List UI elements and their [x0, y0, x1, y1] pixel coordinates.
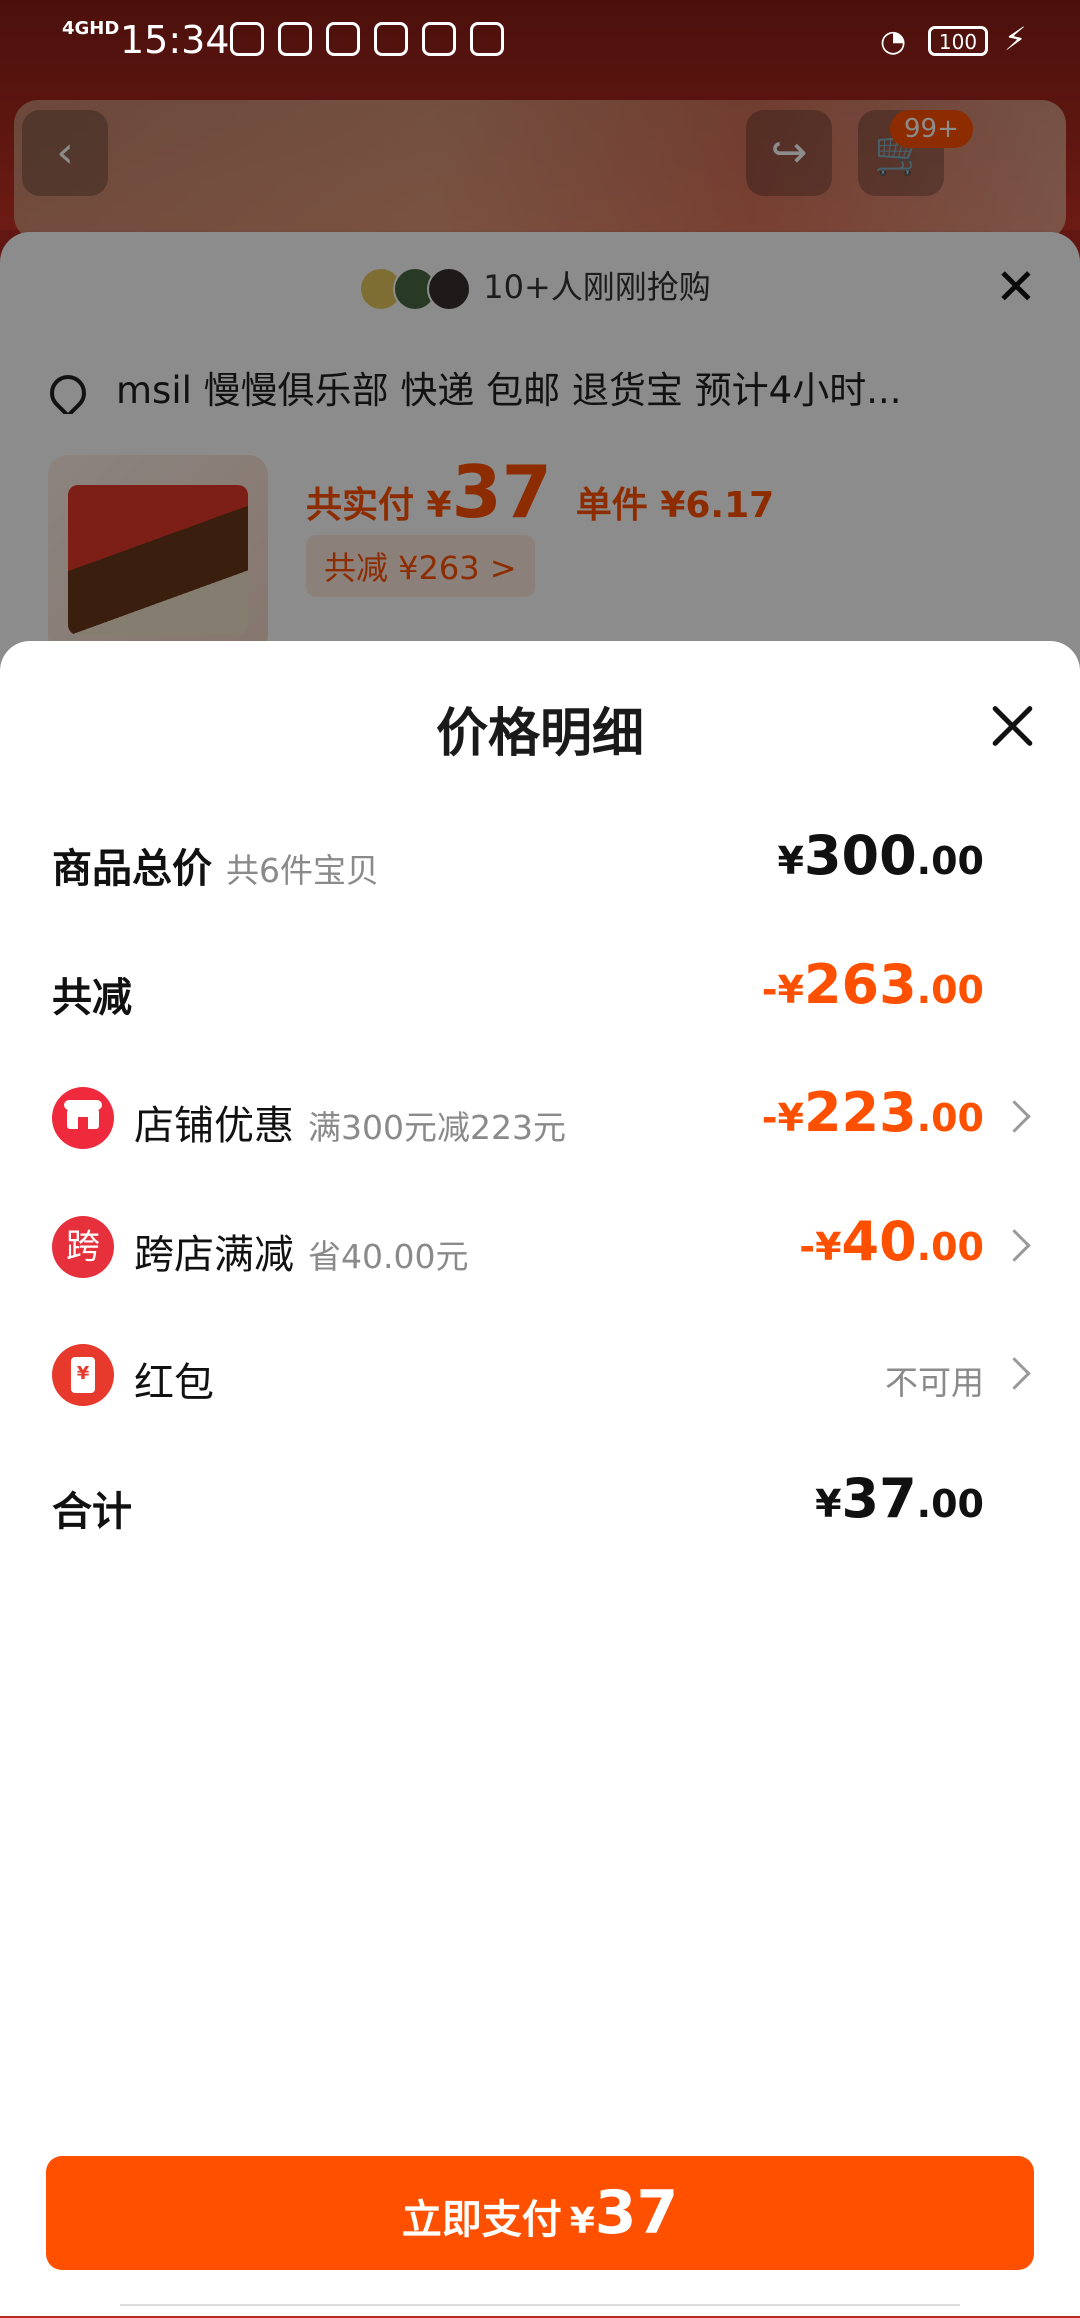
grand-total-amount: ¥37.00	[815, 1467, 984, 1530]
currency: -¥	[761, 1096, 804, 1140]
red-packet-label: 红包	[134, 1360, 214, 1406]
red-packet-glyph	[71, 1357, 95, 1393]
chevron-right-icon	[998, 1229, 1031, 1262]
store-discount-rule: 满300元减223元	[308, 1108, 566, 1147]
total-price-row: 商品总价 共6件宝贝 ¥300.00	[52, 820, 1032, 900]
notification-icons	[230, 22, 504, 56]
close-icon[interactable]	[985, 699, 1039, 753]
network-indicator: 4GHD	[62, 18, 120, 39]
total-reduction-label: 共减	[52, 975, 132, 1021]
pay-button-currency: ¥	[569, 2201, 595, 2242]
currency: ¥	[815, 1482, 842, 1526]
amount-integer: 40	[841, 1210, 917, 1273]
notification-app-icon	[326, 22, 360, 56]
amount-decimal: .00	[916, 1482, 984, 1526]
cross-store-icon: 跨	[52, 1216, 114, 1278]
price-detail-sheet: 价格明细 商品总价 共6件宝贝 ¥300.00 共减 -¥263.00 店铺优惠满…	[0, 641, 1080, 2316]
clock: 15:34	[120, 18, 230, 62]
store-icon	[52, 1087, 114, 1149]
cross-store-label: 跨店满减	[134, 1232, 294, 1278]
amount-decimal: .00	[916, 968, 984, 1012]
chevron-right-icon	[998, 1357, 1031, 1390]
currency: -¥	[799, 1225, 842, 1269]
store-glyph	[64, 1100, 102, 1129]
store-discount-amount: -¥223.00	[762, 1081, 984, 1144]
total-reduction-amount: -¥263.00	[762, 953, 984, 1016]
notification-app-icon	[230, 22, 264, 56]
red-packet-status: 不可用	[885, 1363, 984, 1402]
status-bar: 4GHD 15:34 ◔ 100 ⚡	[0, 0, 1080, 84]
row-label: 跨店满减 省40.00元	[134, 1222, 468, 1280]
currency: -¥	[761, 968, 804, 1012]
notification-app-icon	[470, 22, 504, 56]
charging-icon: ⚡	[1004, 20, 1027, 58]
pay-button-label: 立即支付	[401, 2197, 562, 2243]
currency: ¥	[777, 839, 804, 883]
store-discount-row[interactable]: 店铺优惠 满300元减223元 -¥223.00	[52, 1077, 1032, 1157]
amount-integer: 300	[803, 824, 917, 887]
grand-total-label: 合计	[52, 1489, 132, 1535]
row-label: 商品总价 共6件宝贝	[52, 836, 379, 894]
row-label: 店铺优惠 满300元减223元	[134, 1093, 566, 1151]
cross-store-glyph: 跨	[66, 1227, 100, 1267]
store-discount-label: 店铺优惠	[134, 1103, 294, 1149]
red-packet-row[interactable]: 红包 不可用	[52, 1334, 1032, 1414]
total-price-amount: ¥300.00	[777, 824, 984, 887]
pay-button-amount: 37	[594, 2178, 679, 2248]
notification-app-icon	[374, 22, 408, 56]
amount-integer: 223	[803, 1081, 917, 1144]
notification-app-icon	[422, 22, 456, 56]
pay-now-button[interactable]: 立即支付 ¥37	[46, 2156, 1034, 2270]
amount-decimal: .00	[916, 839, 984, 883]
battery-icon: 100	[928, 26, 988, 56]
wifi-icon: ◔	[880, 24, 907, 59]
amount-decimal: .00	[916, 1225, 984, 1269]
item-count: 共6件宝贝	[226, 851, 379, 890]
sheet-title: 价格明细	[435, 704, 644, 764]
amount-integer: 37	[841, 1467, 917, 1530]
chevron-right-icon	[998, 1100, 1031, 1133]
cross-store-amount: -¥40.00	[799, 1210, 984, 1273]
cross-store-discount-row[interactable]: 跨 跨店满减 省40.00元 -¥40.00	[52, 1206, 1032, 1286]
amount-decimal: .00	[916, 1096, 984, 1140]
amount-integer: 263	[803, 953, 917, 1016]
total-reduction-row: 共减 -¥263.00	[52, 949, 1032, 1029]
grand-total-row: 合计 ¥37.00	[52, 1463, 1032, 1543]
notification-app-icon	[278, 22, 312, 56]
total-price-label: 商品总价	[52, 846, 212, 892]
cross-store-saving: 省40.00元	[308, 1237, 469, 1276]
red-packet-icon	[52, 1344, 114, 1406]
